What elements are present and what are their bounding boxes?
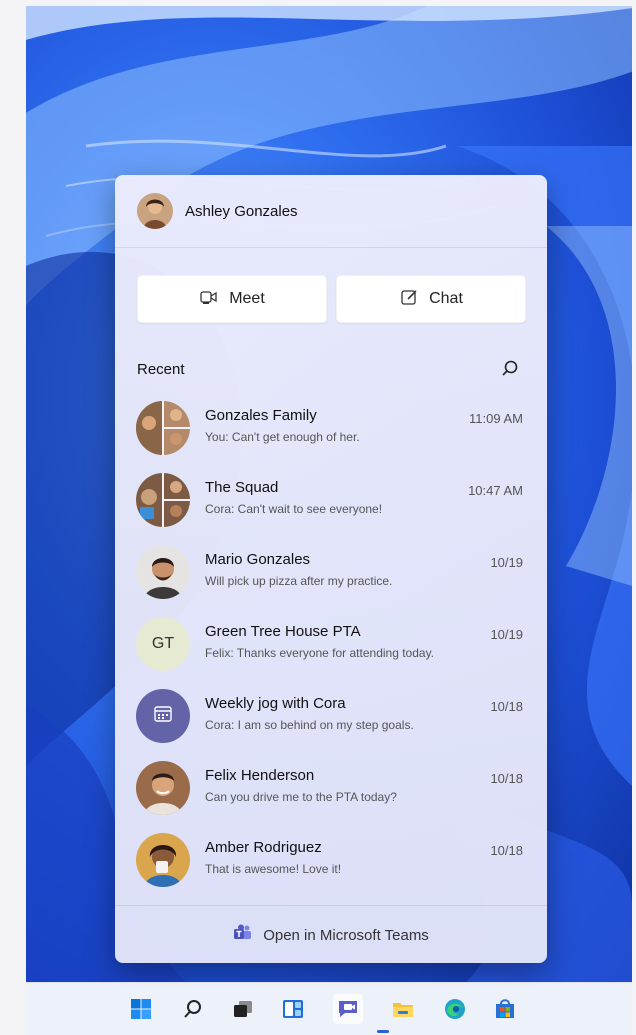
chat-name: Gonzales Family [205,407,317,424]
chat-time: 11:09 AM [469,411,523,426]
taskbar [26,982,632,1035]
list-item[interactable]: Weekly jog with Cora Cora: I am so behin… [115,685,547,751]
open-in-teams-link[interactable]: Open in Microsoft Teams [115,905,547,963]
chat-preview: Cora: Can't wait to see everyone! [205,502,383,516]
recent-heading: Recent [137,361,185,378]
chat-button[interactable]: Chat [336,275,526,323]
teams-icon [233,924,253,946]
chat-preview: You: Can't get enough of her. [205,430,360,444]
chat-preview: That is awesome! Love it! [205,862,342,876]
store-icon[interactable] [490,994,520,1024]
profile-header: Ashley Gonzales [115,175,547,248]
video-camera-icon [199,287,219,312]
search-icon[interactable] [499,357,521,379]
teams-chat-icon[interactable] [333,994,363,1024]
user-name: Ashley Gonzales [185,202,298,220]
chat-name: Green Tree House PTA [205,623,361,640]
chat-preview: Will pick up pizza after my practice. [205,574,393,588]
chat-time: 10/18 [490,843,523,858]
chat-name: Mario Gonzales [205,551,311,568]
user-avatar[interactable] [137,193,173,229]
chat-flyout-panel: Ashley Gonzales Meet Chat Recent Gonzale… [115,175,547,963]
person-avatar [136,545,190,599]
chat-time: 10:47 AM [468,483,523,498]
list-item[interactable]: Mario Gonzales Will pick up pizza after … [115,541,547,607]
task-view-icon[interactable] [228,994,258,1024]
list-item[interactable]: Amber Rodriguez That is awesome! Love it… [115,829,547,895]
chat-label: Chat [429,290,463,307]
chat-time: 10/18 [490,771,523,786]
list-item[interactable]: GT Green Tree House PTA Felix: Thanks ev… [115,613,547,679]
active-app-indicator [377,1030,389,1033]
list-item[interactable]: Felix Henderson Can you drive me to the … [115,757,547,823]
chat-time: 10/18 [490,699,523,714]
edge-icon[interactable] [440,994,470,1024]
group-avatar [136,401,190,455]
chat-time: 10/19 [490,555,523,570]
chat-name: Amber Rodriguez [205,839,322,856]
meet-button[interactable]: Meet [137,275,327,323]
meeting-avatar [136,689,190,743]
list-item[interactable]: The Squad Cora: Can't wait to see everyo… [115,469,547,535]
chat-preview: Can you drive me to the PTA today? [205,790,397,804]
person-avatar [136,833,190,887]
search-icon[interactable] [178,994,208,1024]
widgets-icon[interactable] [278,994,308,1024]
person-avatar [136,761,190,815]
open-in-teams-label: Open in Microsoft Teams [263,926,429,944]
chat-name: Weekly jog with Cora [205,695,346,712]
initials-avatar: GT [136,617,190,671]
compose-icon [399,287,419,312]
meet-label: Meet [229,290,265,307]
chat-name: The Squad [205,479,279,496]
start-icon[interactable] [126,994,156,1024]
list-item[interactable]: Gonzales Family You: Can't get enough of… [115,397,547,463]
group-avatar [136,473,190,527]
chat-preview: Cora: I am so behind on my step goals. [205,718,414,732]
avatar-initials: GT [151,635,175,652]
chat-preview: Felix: Thanks everyone for attending tod… [205,646,435,660]
chat-time: 10/19 [490,627,523,642]
chat-name: Felix Henderson [205,767,315,784]
file-explorer-icon[interactable] [388,994,418,1024]
calendar-icon [152,703,174,730]
